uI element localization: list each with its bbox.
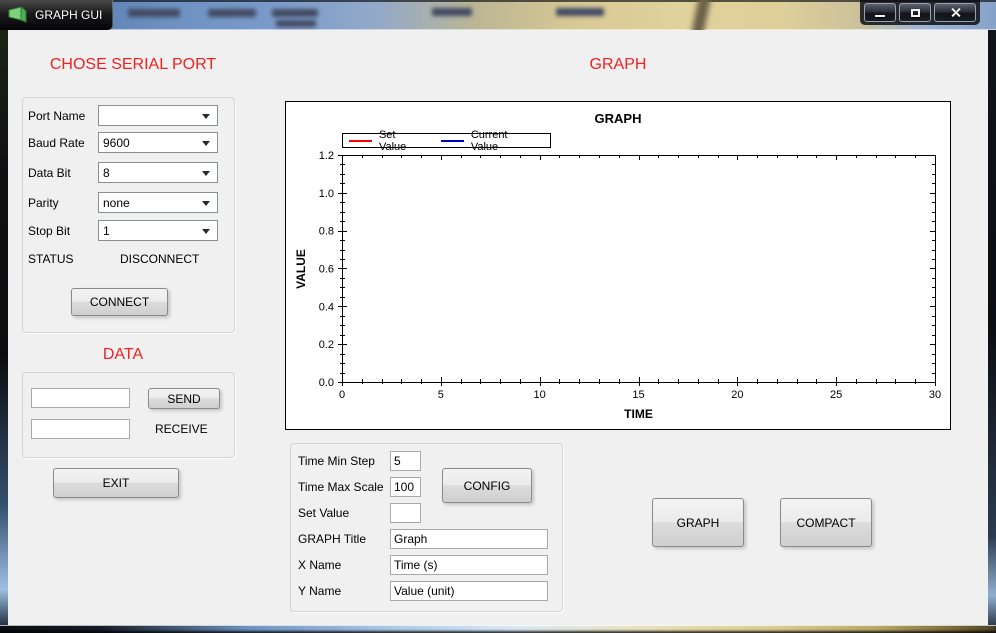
legend-item: Current Value bbox=[441, 129, 528, 153]
minimize-icon bbox=[875, 15, 885, 17]
desktop-blur-blob bbox=[128, 9, 180, 17]
baud-rate-combobox[interactable]: 9600 bbox=[98, 132, 218, 153]
close-icon bbox=[950, 7, 961, 18]
data-bit-combobox[interactable]: 8 bbox=[98, 162, 218, 183]
baud-rate-label: Baud Rate bbox=[28, 136, 85, 150]
maximize-icon bbox=[911, 9, 920, 17]
data-heading: DATA bbox=[8, 346, 238, 364]
window-frame-right bbox=[988, 30, 996, 625]
legend-label: Set Value bbox=[379, 129, 419, 153]
svg-text:0.2: 0.2 bbox=[319, 339, 334, 351]
compact-button[interactable]: COMPACT bbox=[780, 498, 872, 547]
chevron-down-icon bbox=[202, 141, 210, 146]
svg-text:25: 25 bbox=[830, 389, 842, 401]
status-value: DISCONNECT bbox=[120, 252, 199, 266]
time-max-scale-label: Time Max Scale bbox=[298, 480, 384, 494]
maximize-button[interactable] bbox=[899, 3, 931, 22]
time-min-step-label: Time Min Step bbox=[298, 454, 375, 468]
receive-label: RECEIVE bbox=[155, 422, 208, 436]
desktop-blur-blob bbox=[276, 20, 316, 27]
parity-combobox[interactable]: none bbox=[98, 192, 218, 213]
client-area: CHOSE SERIAL PORT Port Name Baud Rate 96… bbox=[8, 30, 988, 625]
current-value-line-sample bbox=[441, 140, 464, 142]
close-button[interactable] bbox=[934, 3, 976, 22]
svg-text:0.6: 0.6 bbox=[319, 264, 334, 276]
window-frame-left bbox=[0, 30, 8, 625]
set-value-line-sample bbox=[349, 140, 372, 142]
svg-text:5: 5 bbox=[438, 389, 444, 401]
x-name-label: X Name bbox=[298, 558, 341, 572]
desktop-blur-blob bbox=[556, 8, 604, 16]
legend-label: Current Value bbox=[471, 129, 528, 153]
data-groupbox bbox=[22, 372, 235, 458]
chevron-down-icon bbox=[202, 229, 210, 234]
time-min-step-input[interactable] bbox=[390, 451, 421, 471]
x-name-input[interactable] bbox=[390, 555, 548, 575]
chevron-down-icon bbox=[202, 201, 210, 206]
chevron-down-icon bbox=[202, 171, 210, 176]
window-frame-bottom bbox=[0, 625, 996, 633]
port-name-label: Port Name bbox=[28, 109, 85, 123]
svg-text:30: 30 bbox=[929, 389, 941, 401]
parity-label: Parity bbox=[28, 196, 59, 210]
y-axis-title: VALUE bbox=[288, 155, 314, 382]
graph-title-input[interactable] bbox=[390, 529, 548, 549]
graph-title-label: GRAPH Title bbox=[298, 532, 366, 546]
app-icon bbox=[8, 7, 28, 23]
svg-text:10: 10 bbox=[534, 389, 546, 401]
send-input[interactable] bbox=[31, 388, 130, 408]
desktop-blur-blob bbox=[432, 8, 472, 16]
connect-button[interactable]: CONNECT bbox=[71, 288, 168, 316]
svg-text:1.2: 1.2 bbox=[319, 150, 334, 162]
set-value-input[interactable] bbox=[390, 503, 421, 523]
svg-text:0: 0 bbox=[339, 389, 345, 401]
y-name-input[interactable] bbox=[390, 581, 548, 601]
serial-heading: CHOSE SERIAL PORT bbox=[8, 56, 258, 74]
time-max-scale-input[interactable] bbox=[390, 477, 421, 497]
status-label: STATUS bbox=[28, 252, 74, 266]
stop-bit-label: Stop Bit bbox=[28, 224, 70, 238]
chart-panel: GRAPH Set Value Current Value 0 5 10 15 20 25… bbox=[285, 101, 951, 430]
data-bit-label: Data Bit bbox=[28, 166, 71, 180]
svg-text:0.0: 0.0 bbox=[319, 377, 334, 389]
window-title-chip: GRAPH GUI bbox=[0, 0, 113, 30]
titlebar[interactable]: GRAPH GUI bbox=[0, 0, 996, 30]
window-title: GRAPH GUI bbox=[35, 8, 102, 22]
svg-text:0.4: 0.4 bbox=[319, 301, 334, 313]
app-window: GRAPH GUI CHOSE SERIAL PORT Port Name Ba… bbox=[0, 0, 996, 633]
graph-button[interactable]: GRAPH bbox=[652, 498, 744, 547]
chart-title: GRAPH bbox=[286, 111, 950, 126]
svg-text:1.0: 1.0 bbox=[319, 188, 334, 200]
port-name-combobox[interactable] bbox=[98, 105, 218, 126]
desktop-blur-blob bbox=[208, 9, 256, 17]
window-controls bbox=[860, 0, 980, 25]
svg-text:15: 15 bbox=[632, 389, 644, 401]
desktop-blur-blob bbox=[272, 9, 318, 17]
set-value-label: Set Value bbox=[298, 506, 349, 520]
chevron-down-icon bbox=[202, 114, 210, 119]
svg-text:0.8: 0.8 bbox=[319, 226, 334, 238]
graph-heading: GRAPH bbox=[285, 56, 951, 74]
y-name-label: Y Name bbox=[298, 584, 341, 598]
exit-button[interactable]: EXIT bbox=[53, 468, 179, 498]
legend-item: Set Value bbox=[349, 129, 419, 153]
x-axis-title: TIME bbox=[342, 407, 935, 421]
chart-legend: Set Value Current Value bbox=[342, 133, 551, 148]
send-button[interactable]: SEND bbox=[148, 388, 220, 409]
svg-text:20: 20 bbox=[731, 389, 743, 401]
receive-input[interactable] bbox=[31, 419, 130, 439]
stop-bit-combobox[interactable]: 1 bbox=[98, 220, 218, 241]
minimize-button[interactable] bbox=[864, 3, 896, 22]
config-button[interactable]: CONFIG bbox=[442, 468, 532, 503]
